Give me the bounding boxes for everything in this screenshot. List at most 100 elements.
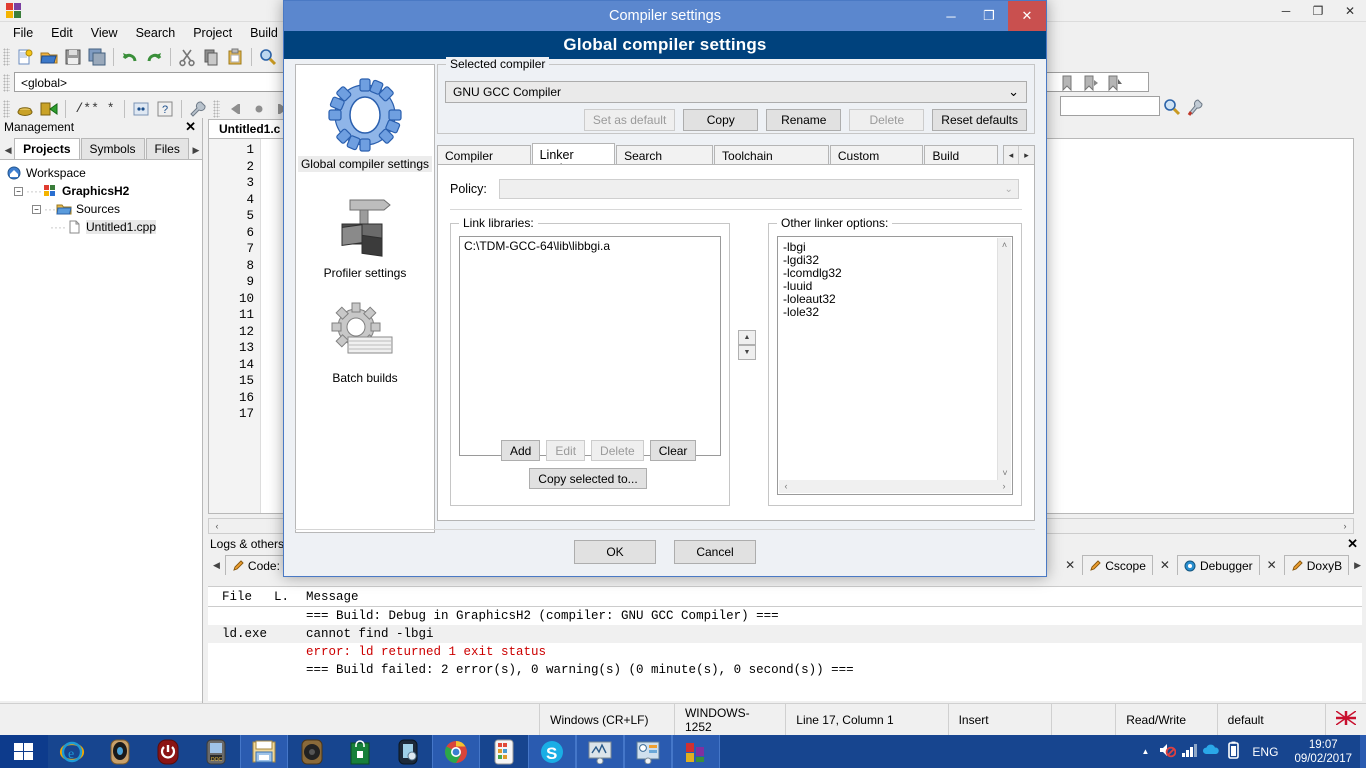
taskbar-document-viewer-icon[interactable]: DOC: [192, 735, 240, 768]
new-file-icon[interactable]: [15, 47, 35, 67]
show-desktop-button[interactable]: [1360, 735, 1366, 768]
copy-button[interactable]: Copy: [683, 109, 759, 131]
tree-expander-sources[interactable]: −: [32, 204, 41, 214]
bookmark-clear-icon[interactable]: [1105, 73, 1125, 93]
cancel-button[interactable]: Cancel: [674, 540, 756, 564]
tree-item-file[interactable]: ···· Untitled1.cpp: [4, 218, 202, 236]
tab-symbols[interactable]: Symbols: [80, 138, 145, 159]
taskbar-file-explorer-icon[interactable]: [240, 735, 288, 768]
onedrive-icon[interactable]: [1200, 742, 1222, 761]
scope-toolbar-grip[interactable]: [3, 74, 10, 92]
cut-icon[interactable]: [177, 47, 197, 67]
tab-projects[interactable]: Projects: [14, 138, 80, 159]
logs-close-icon[interactable]: ✕: [1347, 536, 1358, 552]
logs-tab-debugger[interactable]: Debugger: [1176, 555, 1260, 575]
language-indicator[interactable]: ENG: [1244, 745, 1286, 759]
compiler-select[interactable]: GNU GCC Compiler ⌄: [445, 81, 1027, 103]
logs-tab-close-2[interactable]: ✕: [1260, 558, 1284, 572]
delete-compiler-button[interactable]: Delete: [849, 109, 925, 131]
menu-edit[interactable]: Edit: [42, 24, 82, 42]
dialog-minimize-button[interactable]: ─: [932, 1, 970, 31]
menu-project[interactable]: Project: [184, 24, 241, 42]
find-icon[interactable]: [258, 47, 278, 67]
add-library-button[interactable]: Add: [501, 440, 541, 461]
taskbar-control-panel-icon[interactable]: [624, 735, 672, 768]
bookmark-prev-icon[interactable]: [1057, 73, 1077, 93]
taskbar-chrome-icon[interactable]: [432, 735, 480, 768]
sidebar-item-global-compiler-settings[interactable]: Global compiler settings: [296, 77, 434, 172]
editor-tab-untitled1[interactable]: Untitled1.c: [208, 119, 292, 138]
editor-scroll-right-icon[interactable]: ›: [1337, 519, 1353, 533]
move-up-button[interactable]: ▲: [738, 330, 756, 345]
open-file-icon[interactable]: [39, 47, 59, 67]
tray-expand-icon[interactable]: ▲: [1134, 747, 1156, 756]
clock[interactable]: 19:07 09/02/2017: [1286, 738, 1360, 766]
help-icon[interactable]: ?: [155, 99, 175, 119]
tree-item-sources[interactable]: − ··· Sources: [4, 200, 202, 218]
logs-tab-close-0[interactable]: ✕: [1058, 558, 1082, 572]
taskbar-speaker-icon[interactable]: [288, 735, 336, 768]
tab-scroll-right-icon[interactable]: ▸: [1019, 146, 1034, 164]
logs-tab-codeblocks[interactable]: Code:: [224, 555, 287, 575]
redo-icon[interactable]: [144, 47, 164, 67]
management-close-icon[interactable]: ✕: [185, 119, 196, 135]
taskbar-skype-icon[interactable]: S: [528, 735, 576, 768]
bookmark-next-icon[interactable]: [1081, 73, 1101, 93]
table-row[interactable]: ld.exe cannot find -lbgi: [208, 625, 1362, 643]
ide-minimize-button[interactable]: ─: [1270, 0, 1302, 22]
volume-muted-icon[interactable]: [1156, 742, 1178, 761]
link-libraries-list[interactable]: C:\TDM-GCC-64\lib\libbgi.a: [459, 236, 721, 456]
clear-libraries-button[interactable]: Clear: [649, 440, 697, 461]
tree-expander-project[interactable]: −: [14, 186, 23, 196]
logs-tab-cscope[interactable]: Cscope: [1082, 555, 1153, 575]
editor-vertical-scrollbar[interactable]: [1354, 138, 1366, 514]
sidebar-item-batch-builds[interactable]: Batch builds: [296, 299, 434, 386]
toolbar-grip[interactable]: [3, 48, 10, 66]
editor-scroll-left-icon[interactable]: ‹: [209, 519, 225, 533]
sidebar-item-profiler-settings[interactable]: Profiler settings: [296, 190, 434, 281]
menu-view[interactable]: View: [82, 24, 127, 42]
table-row[interactable]: === Build failed: 2 error(s), 0 warning(…: [208, 661, 1362, 679]
taskbar-store-icon[interactable]: [336, 735, 384, 768]
linker-options-horizontal-scrollbar[interactable]: ‹ ›: [779, 480, 1011, 493]
set-as-default-button[interactable]: Set as default: [583, 109, 676, 131]
tab-search-directories[interactable]: Search directories: [616, 145, 714, 177]
reset-defaults-button[interactable]: Reset defaults: [932, 109, 1027, 131]
scroll-right-icon[interactable]: ›: [997, 480, 1011, 493]
other-linker-options-textarea[interactable]: -lbgi -lgdi32 -lcomdlg32 -luuid -loleaut…: [777, 236, 1013, 495]
logs-tab-doxyblocks[interactable]: DoxyB: [1283, 555, 1350, 575]
taskbar-media-player-icon[interactable]: [96, 735, 144, 768]
taskbar-calculator-icon[interactable]: [480, 735, 528, 768]
paste-icon[interactable]: [225, 47, 245, 67]
scroll-left-icon[interactable]: ‹: [779, 480, 793, 493]
ide-close-button[interactable]: ✕: [1334, 0, 1366, 22]
scroll-down-icon[interactable]: ˅: [998, 466, 1012, 480]
taskbar-codeblocks-icon[interactable]: [672, 735, 720, 768]
run-icon[interactable]: [39, 99, 59, 119]
search-combo[interactable]: [1060, 96, 1160, 116]
taskbar-internet-explorer-icon[interactable]: e: [48, 735, 96, 768]
scroll-up-icon[interactable]: ˄: [998, 238, 1011, 252]
tab-build-options[interactable]: Build options: [924, 145, 998, 177]
edit-library-button[interactable]: Edit: [546, 440, 586, 461]
menu-search[interactable]: Search: [127, 24, 185, 42]
menu-file[interactable]: File: [4, 24, 42, 42]
ide-maximize-button[interactable]: ❐: [1302, 0, 1334, 22]
search-go-icon[interactable]: [1162, 97, 1182, 117]
wrench-icon[interactable]: [188, 99, 208, 119]
compiler-toolbar-grip[interactable]: [3, 100, 10, 118]
table-row[interactable]: === Build: Debug in GraphicsH2 (compiler…: [208, 607, 1362, 625]
move-down-button[interactable]: ▼: [738, 345, 756, 360]
taskbar-settings-app-icon[interactable]: [384, 735, 432, 768]
tree-item-project[interactable]: − ···· GraphicsH2: [4, 182, 202, 200]
taskbar-power-icon[interactable]: [144, 735, 192, 768]
menu-build[interactable]: Build: [241, 24, 287, 42]
logs-nav-right-icon[interactable]: ▶: [1349, 560, 1366, 571]
policy-select[interactable]: ⌄: [498, 179, 1019, 199]
tab-custom-variables[interactable]: Custom variables: [829, 145, 924, 177]
search-options-icon[interactable]: [1186, 97, 1206, 117]
signal-bars-icon[interactable]: [1178, 742, 1200, 761]
logs-nav-left-icon[interactable]: ◀: [208, 560, 225, 571]
tab-compiler-settings[interactable]: Compiler settings: [437, 145, 531, 177]
dialog-maximize-button[interactable]: ❐: [970, 1, 1008, 31]
